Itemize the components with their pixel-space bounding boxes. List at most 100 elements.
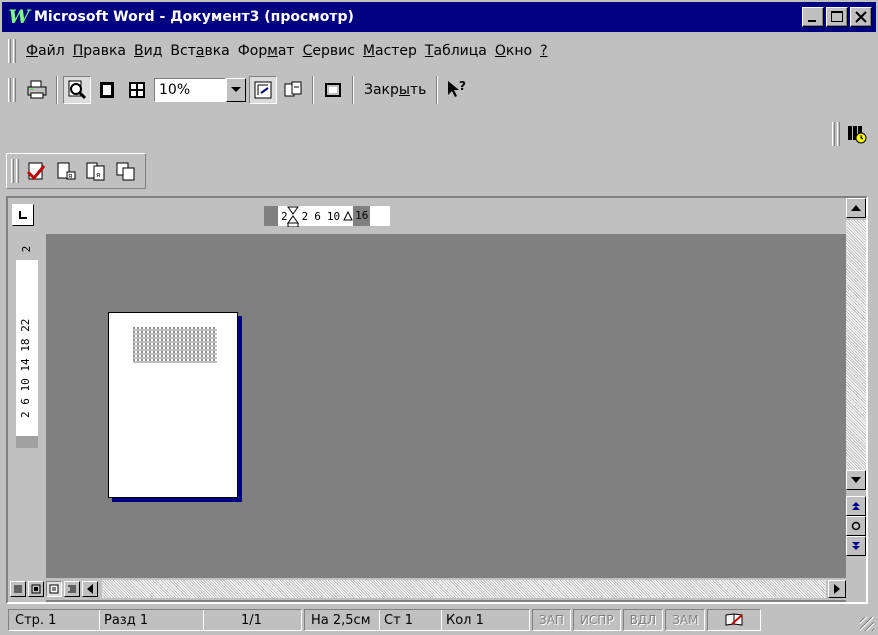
assistant-grip[interactable] xyxy=(832,122,842,146)
shrink-to-fit-icon xyxy=(284,81,302,97)
help-pointer-icon: ? xyxy=(448,79,466,97)
tab-stop-icon xyxy=(19,211,27,219)
shrink-to-fit-button[interactable] xyxy=(279,76,307,104)
close-window-button[interactable] xyxy=(850,7,872,27)
vertical-ruler[interactable]: 2 2 6 10 14 18 22 xyxy=(16,238,38,448)
menu-grip[interactable] xyxy=(8,39,18,63)
tab-selector-button[interactable] xyxy=(12,204,34,226)
scroll-up-button[interactable] xyxy=(846,198,866,218)
maximize-button[interactable] xyxy=(826,7,848,27)
menu-help[interactable]: ? xyxy=(536,43,551,59)
print-button[interactable] xyxy=(23,76,51,104)
outline-view-button[interactable] xyxy=(64,581,80,597)
status-line: Ст 1 xyxy=(378,609,442,631)
page-layout-icon xyxy=(49,584,59,594)
arrow-left-icon xyxy=(87,584,93,594)
horizontal-scroll-track[interactable] xyxy=(102,580,826,598)
status-page-count: 1/1 xyxy=(202,609,302,631)
spelling-status-button[interactable] xyxy=(707,609,762,631)
assistant-toolbar xyxy=(832,114,872,154)
track-changes-icon xyxy=(26,162,46,181)
horizontal-ruler-row: 2 2 6 10 16 xyxy=(8,198,846,234)
select-browse-object-button[interactable] xyxy=(846,516,866,536)
next-page-button[interactable] xyxy=(846,536,866,556)
spelling-book-icon xyxy=(725,613,744,626)
status-overtype[interactable]: ЗАМ xyxy=(665,609,706,631)
ruler-mark: 16 xyxy=(353,206,371,226)
reviewing-grip[interactable] xyxy=(11,159,21,183)
full-screen-button[interactable] xyxy=(319,76,347,104)
title-bar[interactable]: W Microsoft Word - Документ3 (просмотр) xyxy=(2,2,876,32)
menu-tools[interactable]: Сервис xyxy=(299,43,359,59)
menu-insert[interactable]: Вставка xyxy=(166,43,233,59)
zoom-combobox[interactable]: 10% xyxy=(154,77,246,103)
normal-view-icon xyxy=(14,585,22,593)
comment-icon: я xyxy=(57,162,76,180)
vertical-scrollbar[interactable] xyxy=(846,198,866,578)
outline-view-icon xyxy=(68,585,76,593)
full-screen-icon xyxy=(325,83,341,97)
zoom-input[interactable]: 10% xyxy=(154,78,226,102)
status-page: Стр. 1 xyxy=(8,609,100,631)
previous-page-button[interactable] xyxy=(846,496,866,516)
compare-versions-button[interactable]: я xyxy=(82,157,110,185)
page-thumbnail[interactable] xyxy=(108,312,238,498)
page-text-block xyxy=(133,327,217,363)
window-controls xyxy=(802,7,872,27)
status-track[interactable]: ИСПР xyxy=(572,609,621,631)
arrow-right-icon xyxy=(834,584,840,594)
scroll-left-button[interactable] xyxy=(82,581,98,597)
window-title: Microsoft Word - Документ3 (просмотр) xyxy=(34,9,354,25)
preview-canvas[interactable] xyxy=(46,234,846,602)
menu-file[interactable]: Файл xyxy=(22,43,69,59)
vruler-top-mark: 2 xyxy=(20,245,33,253)
indent-marker-icon[interactable] xyxy=(286,205,299,227)
horizontal-ruler[interactable]: 2 2 6 10 16 xyxy=(264,205,390,227)
online-layout-button[interactable] xyxy=(28,581,44,597)
vertical-scroll-track[interactable] xyxy=(846,220,866,470)
menu-table[interactable]: Таблица xyxy=(421,43,491,59)
multiple-pages-button[interactable] xyxy=(123,76,151,104)
minimize-button[interactable] xyxy=(802,7,824,27)
menu-bar: Файл Правка Вид Вставка Формат Сервис Ма… xyxy=(2,36,876,66)
menu-window[interactable]: Окно xyxy=(491,43,536,59)
magnifier-button[interactable] xyxy=(63,76,91,104)
view-and-hscroll-bar xyxy=(8,578,848,600)
double-arrow-up-icon xyxy=(852,502,860,510)
compare-icon: я xyxy=(86,162,105,181)
word-window: W Microsoft Word - Документ3 (просмотр) … xyxy=(0,0,878,635)
scroll-right-button[interactable] xyxy=(828,580,846,598)
office-assistant-button[interactable] xyxy=(843,120,871,148)
multiple-pages-icon xyxy=(129,82,145,98)
menu-format[interactable]: Формат xyxy=(234,43,299,59)
svg-text:?: ? xyxy=(459,79,466,93)
view-ruler-button[interactable] xyxy=(249,76,277,104)
close-icon xyxy=(855,11,867,23)
track-changes-button[interactable] xyxy=(22,157,50,185)
page-layout-button[interactable] xyxy=(46,581,62,597)
status-rec[interactable]: ЗАП xyxy=(532,609,571,631)
circle-icon xyxy=(851,521,861,531)
ruler-mark: 2 xyxy=(301,209,309,223)
document-area: 2 2 6 10 16 2 2 6 10 14 18 22 xyxy=(6,196,868,604)
resize-grip[interactable] xyxy=(860,617,874,631)
scroll-down-button[interactable] xyxy=(846,470,866,490)
zoom-dropdown-button[interactable] xyxy=(226,78,246,102)
menu-view[interactable]: Вид xyxy=(130,43,166,59)
toolbar-grip[interactable] xyxy=(8,78,18,102)
one-page-icon xyxy=(100,82,114,98)
menu-wizard[interactable]: Мастер xyxy=(359,43,421,59)
context-help-button[interactable]: ? xyxy=(443,76,471,104)
normal-view-button[interactable] xyxy=(10,581,26,597)
close-preview-button[interactable]: Закрыть xyxy=(358,82,432,98)
svg-text:я: я xyxy=(68,172,72,180)
one-page-button[interactable] xyxy=(93,76,121,104)
insert-comment-button[interactable]: я xyxy=(52,157,80,185)
menu-edit[interactable]: Правка xyxy=(69,43,130,59)
merge-documents-button[interactable] xyxy=(112,157,140,185)
right-indent-marker-icon[interactable] xyxy=(343,210,353,222)
online-layout-icon xyxy=(31,584,41,594)
status-extend[interactable]: ВДЛ xyxy=(622,609,664,631)
double-arrow-down-icon xyxy=(852,542,860,550)
arrow-up-icon xyxy=(851,205,861,211)
